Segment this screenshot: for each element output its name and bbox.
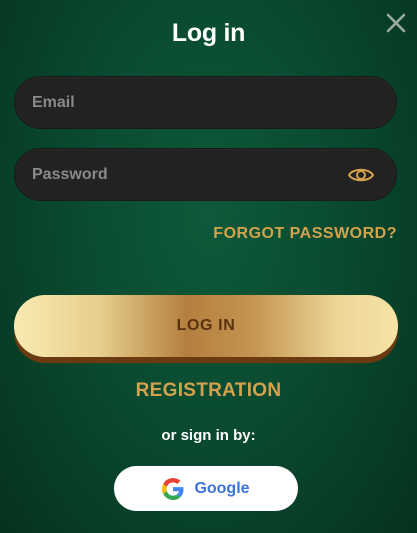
google-signin-button[interactable]: Google [114,466,298,511]
email-field-wrapper [14,76,397,129]
google-signin-label: Google [194,479,250,497]
email-field[interactable] [32,77,352,128]
eye-icon[interactable] [347,163,375,187]
page-title: Log in [171,19,246,47]
password-field-wrapper [14,148,397,201]
login-button[interactable]: LOG IN [14,295,398,357]
password-field[interactable] [32,149,352,200]
registration-link[interactable]: REGISTRATION [0,380,417,402]
social-signin-prompt: or sign in by: [161,427,256,444]
login-modal: Log in FORGOT PASSWORD? LOG IN REGISTRAT… [0,0,417,533]
close-icon[interactable] [384,11,408,35]
forgot-password-link[interactable]: FORGOT PASSWORD? [213,225,397,243]
google-icon [162,477,184,500]
